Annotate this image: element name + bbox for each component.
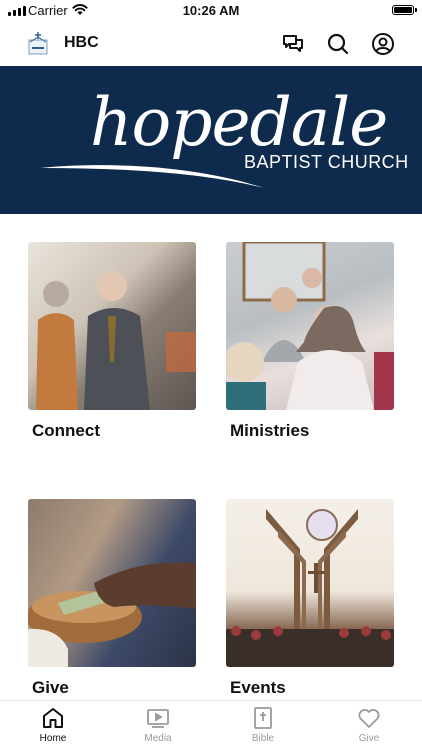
app-header: HBC bbox=[0, 22, 422, 66]
connect-photo bbox=[28, 242, 196, 410]
tile-give-label: Give bbox=[32, 678, 69, 697]
tile-events-label: Events bbox=[230, 678, 286, 697]
battery-icon bbox=[392, 5, 417, 15]
banner-subtitle: BAPTIST CHURCH bbox=[244, 152, 409, 172]
home-icon bbox=[43, 708, 63, 728]
tab-bible[interactable]: Bible bbox=[233, 707, 293, 744]
header-title: HBC bbox=[64, 34, 99, 51]
tab-give[interactable]: Give bbox=[339, 707, 399, 744]
tile-connect-label: Connect bbox=[32, 421, 100, 440]
bible-icon bbox=[254, 707, 272, 729]
status-bar: Carrier 10:26 AM bbox=[0, 0, 422, 22]
bottom-tab-bar: Home Media Bible Give bbox=[0, 700, 422, 751]
tab-media-label: Media bbox=[144, 733, 172, 744]
search-icon[interactable] bbox=[326, 32, 350, 56]
church-banner: hopedale BAPTIST CHURCH bbox=[0, 66, 422, 214]
tile-connect[interactable]: Connect bbox=[28, 242, 196, 441]
play-icon bbox=[147, 709, 169, 728]
tile-events[interactable]: Events bbox=[226, 499, 394, 698]
church-logo-icon bbox=[28, 32, 48, 55]
ministries-photo bbox=[226, 242, 394, 410]
tile-ministries-label: Ministries bbox=[230, 421, 310, 440]
chat-icon[interactable] bbox=[281, 32, 305, 56]
tile-ministries[interactable]: Ministries bbox=[226, 242, 394, 441]
events-photo bbox=[226, 499, 394, 667]
tab-media[interactable]: Media bbox=[128, 707, 188, 744]
clock: 10:26 AM bbox=[182, 3, 240, 18]
tile-give[interactable]: Give bbox=[28, 499, 196, 698]
tab-home[interactable]: Home bbox=[23, 707, 83, 744]
banner-wordmark: hopedale bbox=[90, 84, 388, 161]
account-icon[interactable] bbox=[371, 32, 395, 56]
give-photo bbox=[28, 499, 196, 667]
tab-bible-label: Bible bbox=[251, 733, 275, 744]
tab-give-label: Give bbox=[358, 733, 380, 744]
banner-swoosh-icon bbox=[40, 165, 264, 188]
tab-home-label: Home bbox=[39, 733, 67, 744]
heart-icon bbox=[358, 709, 380, 728]
